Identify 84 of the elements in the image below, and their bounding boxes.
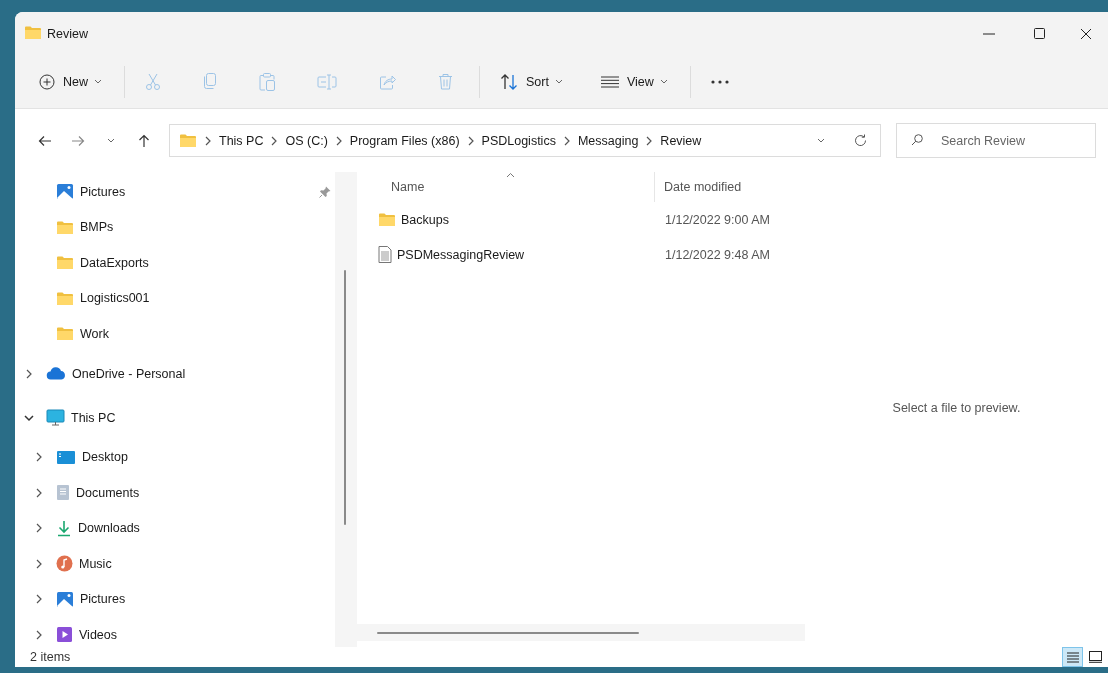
chevron-right-icon[interactable] [34,558,44,569]
chevron-right-icon [562,135,571,146]
nav-item[interactable]: DataExports [15,245,335,281]
download-icon [56,519,72,537]
chevron-right-icon [204,135,212,146]
chevron-right-icon[interactable] [34,629,44,640]
chevron-right-icon [270,135,279,146]
chevron-right-icon[interactable] [34,487,44,498]
search-field[interactable]: Search Review [896,123,1096,158]
picture-icon [56,590,74,608]
lines-icon [1066,651,1079,663]
breadcrumb[interactable]: Program Files (x86) [349,133,460,148]
file-name[interactable]: PSDMessagingReview [357,246,655,263]
date-modified: 1/12/2022 9:48 AM [664,247,770,262]
column-header[interactable]: Date modified [655,172,742,202]
rename-icon [317,73,337,90]
sort-arrows-icon [500,73,518,90]
cloud-icon [46,367,66,380]
nav-item[interactable]: Pictures [15,581,335,617]
music-icon [56,555,73,573]
file-name[interactable]: Backups [357,212,655,227]
chevron-right-icon[interactable] [24,368,34,379]
nav-item[interactable]: Work [15,316,335,352]
caret-icon [94,78,102,85]
chevron-right-icon [334,135,343,146]
chevron-right-icon [645,135,654,146]
search-icon [911,134,923,146]
preview-message: Select a file to preview. [892,401,1021,417]
document-icon [378,246,392,263]
sort-button[interactable]: Sort [492,64,571,99]
caret-icon [659,78,668,85]
scissors-icon [145,72,161,91]
nav-item[interactable]: Music [15,546,335,582]
breadcrumb[interactable]: Review [660,133,702,148]
folder-icon [56,290,74,306]
plus-circle-icon [39,73,55,90]
nav-item[interactable]: Logistics001 [15,280,335,316]
folder-icon [56,255,74,271]
breadcrumb[interactable]: OS (C:) [285,133,328,148]
lines-icon [600,75,619,88]
copy-icon [203,73,217,90]
nav-item[interactable]: Desktop [15,439,335,475]
breadcrumb[interactable]: PSDLogistics [481,133,556,148]
document-icon [56,484,70,502]
nav-item[interactable]: BMPs [15,209,335,245]
desktop-icon [56,449,76,465]
scrollbar-thumb[interactable] [344,270,346,525]
clipboard-icon [259,72,275,91]
trash-icon [438,73,453,90]
chevron-down-icon[interactable] [24,413,34,422]
breadcrumb[interactable]: Messaging [577,133,639,148]
address-bar[interactable]: This PC OS (C:) Program Files (x86) PSDLogistics Messaging Review [169,124,881,157]
nav-item[interactable]: This PC [15,395,335,440]
nav-item[interactable]: Documents [15,475,335,511]
nav-item[interactable]: OneDrive - Personal [15,351,335,396]
window-title: Review [47,26,88,41]
folder-icon [179,133,197,148]
folder-icon [56,219,74,235]
nav-item[interactable]: Videos [15,617,335,653]
new-button[interactable]: New [31,64,110,99]
chevron-right-icon[interactable] [34,594,44,605]
chevron-right-icon[interactable] [34,452,44,463]
refresh-icon[interactable] [852,134,868,147]
item-count: 2 items [30,650,71,664]
more-icon [710,79,729,84]
caret-icon [554,78,563,85]
window-icon [1089,651,1102,663]
view-button[interactable]: View [592,64,676,99]
breadcrumb[interactable]: This PC [219,133,264,148]
picture-icon [56,183,74,201]
chevron-right-icon[interactable] [34,523,44,534]
scrollbar-thumb[interactable] [377,632,639,634]
folder-icon [24,24,42,40]
folder-icon [56,326,74,342]
folder-icon [378,212,396,227]
chevron-right-icon [466,135,475,146]
date-modified: 1/12/2022 9:00 AM [664,212,770,227]
nav-item[interactable]: Pictures [15,174,335,210]
nav-item[interactable]: Downloads [15,510,335,546]
column-header[interactable]: Name [357,172,655,202]
share-icon [379,73,396,90]
monitor-icon [46,409,65,426]
video-icon [56,626,73,644]
sort-up-icon [505,172,515,178]
